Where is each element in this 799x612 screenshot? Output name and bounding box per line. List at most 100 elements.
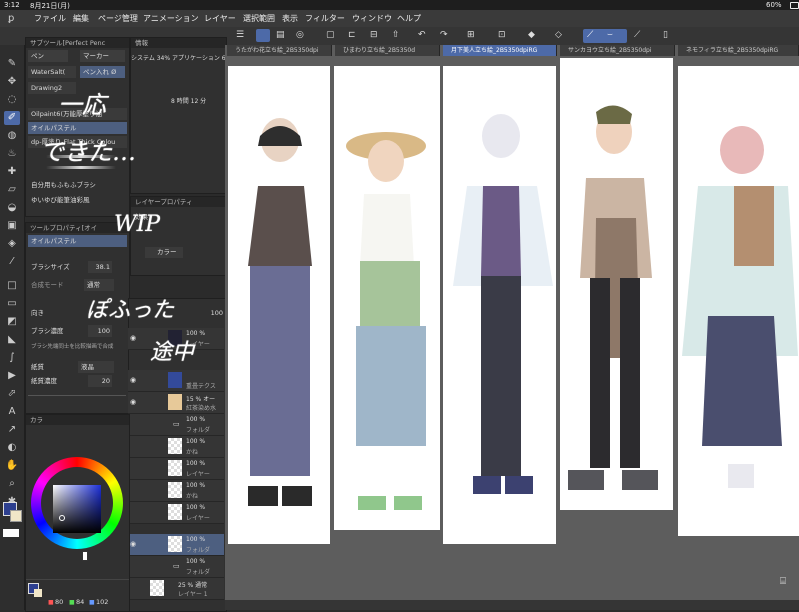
canvas-scrollbar[interactable] [225,600,799,610]
layer-row[interactable]: 100 % かね [128,436,224,458]
eye-icon[interactable]: ◉ [130,334,136,342]
canvas-page[interactable] [678,66,799,536]
layer-opacity-value[interactable]: 100 [207,309,223,319]
text-recognition-icon[interactable]: ⌸ [780,576,794,588]
pen-tool-icon[interactable]: ✎ [4,57,20,71]
layer-row[interactable]: 100 % レイヤー [128,502,224,524]
subtool-item[interactable]: ゆいゆび能筆油彩風 [28,194,127,206]
saturation-value-square[interactable] [53,485,101,533]
companion-icon[interactable]: ◎ [296,30,304,40]
blend-tool-icon[interactable]: ◍ [4,129,20,143]
canvas-page[interactable] [560,58,673,510]
export-icon[interactable]: ⇧ [392,30,400,40]
transform-icon[interactable]: ⊡ [498,30,506,40]
line-tool-icon[interactable]: ◣ [4,333,20,347]
paper-density-value[interactable]: 20 [88,375,112,387]
sub-color-swatch[interactable] [34,589,42,597]
brush-tool-icon[interactable]: ✐ [4,111,20,125]
airbrush-tool-icon[interactable]: ♨ [4,147,20,161]
gradient-tool-icon[interactable]: ▣ [4,219,20,233]
redo-icon[interactable]: ↷ [440,30,448,40]
document-tab[interactable]: ひまわり立ち絵_2B5350d [335,45,440,56]
menu-help[interactable]: ヘルプ [397,13,421,24]
layer-row[interactable]: ◉ 15 % オー 紅茶染め水 [128,392,224,414]
menu-file[interactable]: ファイル [34,13,66,24]
decoration-tool-icon[interactable]: ✚ [4,165,20,179]
app-logo-icon[interactable]: ꝑ [8,13,14,24]
deselect-icon[interactable]: ◇ [555,30,562,40]
curve-snap-icon[interactable]: ⌣ [607,30,613,40]
sub-color-swatch[interactable] [10,510,22,522]
eye-icon[interactable]: ◉ [130,540,136,548]
document-tab[interactable]: ネモフィラ立ち絵_2B5350dpiRG [678,45,799,56]
operation-tool-icon[interactable]: ⬀ [4,387,20,401]
eye-icon[interactable]: ◉ [130,376,136,384]
subtool-item[interactable]: ペン入れ Ø [80,66,125,78]
ruler-tool-icon[interactable]: ▭ [4,297,20,311]
smudge-tool-icon[interactable]: ◈ [4,237,20,251]
tab-pen[interactable]: ペン [28,50,68,62]
menu-edit[interactable]: 編集 [73,13,89,24]
eyedropper-tool-icon[interactable]: ⁄ [4,255,20,269]
fill-tool-icon[interactable]: ◒ [4,201,20,215]
layer-color-button[interactable]: カラー [145,247,183,258]
layout-icon[interactable]: ▤ [276,30,285,40]
device-icon[interactable]: ▯ [663,30,668,40]
shape-tool-icon[interactable]: ◩ [4,315,20,329]
document-tab-active[interactable]: 月下美人立ち絵_2B5350dpiRG [443,45,557,56]
color-picker-handle[interactable] [59,515,65,521]
layer-name: フォルダ [186,569,211,576]
canvas-page[interactable] [443,66,556,544]
perspective-snap-icon[interactable]: ⟋ [634,30,640,40]
lasso-tool-icon[interactable]: ◌ [4,93,20,107]
menu-window[interactable]: ウィンドウ [352,13,392,24]
canvas-page[interactable] [334,66,440,530]
paper-select[interactable]: 液晶 [78,361,114,373]
document-tab[interactable]: サンカヨウ立ち絵_2B5350dpi [560,45,675,56]
save-icon[interactable]: ⊟ [370,30,378,40]
layer-row[interactable]: 100 % レイヤー [128,458,224,480]
new-file-icon[interactable]: ▢ [326,30,335,40]
menu-animation[interactable]: アニメーション [143,13,199,24]
subtool-item[interactable]: 自分用もふもふブラシ [28,179,127,191]
layer-row[interactable]: 25 % 通常 レイヤー 1 [128,578,224,600]
layer-row[interactable]: ◉ 重畳テクス [128,370,224,392]
balloon-tool-icon[interactable]: ▶ [4,369,20,383]
composite-checkbox[interactable]: ブラシ先端同士を比較描画で合成 [28,341,127,353]
frame-tool-icon[interactable]: □ [4,279,20,293]
zoom-tool-icon[interactable]: ⌕ [4,477,20,491]
clear-icon[interactable]: ⊞ [467,30,475,40]
menu-layer[interactable]: レイヤー [204,13,236,24]
blend-mode-select[interactable]: 通常 [84,279,114,291]
new-canvas-icon[interactable] [256,29,270,42]
text-tool-icon[interactable]: A [4,405,20,419]
canvas-page[interactable] [228,66,330,544]
hand-tool-icon[interactable]: ✋ [4,459,20,473]
tab-marker[interactable]: マーカー [80,50,125,62]
menu-view[interactable]: 表示 [282,13,298,24]
eye-icon[interactable]: ◉ [130,398,136,406]
hue-handle[interactable] [82,551,88,561]
curve-tool-icon[interactable]: ∫ [4,351,20,365]
layer-row[interactable]: 100 % かね [128,480,224,502]
eraser-tool-icon[interactable]: ▱ [4,183,20,197]
layer-row-selected[interactable]: ◉ 100 % フォルダ [128,534,224,556]
density-value[interactable]: 100 [88,325,112,337]
color-tool-icon[interactable]: ◐ [4,441,20,455]
layer-row[interactable]: ▭ 100 % フォルダ [128,556,224,578]
correct-line-tool-icon[interactable]: ↗ [4,423,20,437]
menu-filter[interactable]: フィルター [305,13,345,24]
subtool-item[interactable]: WaterSalt( [28,66,76,78]
menu-selection[interactable]: 選択範囲 [243,13,275,24]
open-folder-icon[interactable]: ⊏ [348,30,356,40]
document-tab[interactable]: うたがわ花立ち絵_2B5350dpi [227,45,332,56]
fill-icon[interactable]: ◆ [528,30,535,40]
menu-page[interactable]: ページ管理 [98,13,138,24]
transparent-swatch[interactable] [3,529,19,537]
brush-size-value[interactable]: 38.1 [88,261,112,273]
layer-row[interactable]: ▭ 100 % フォルダ [128,414,224,436]
move-tool-icon[interactable]: ✥ [4,75,20,89]
ruler-snap-icon[interactable]: ⟋ [587,30,593,40]
undo-icon[interactable]: ↶ [418,30,426,40]
hamburger-icon[interactable]: ☰ [236,30,244,40]
